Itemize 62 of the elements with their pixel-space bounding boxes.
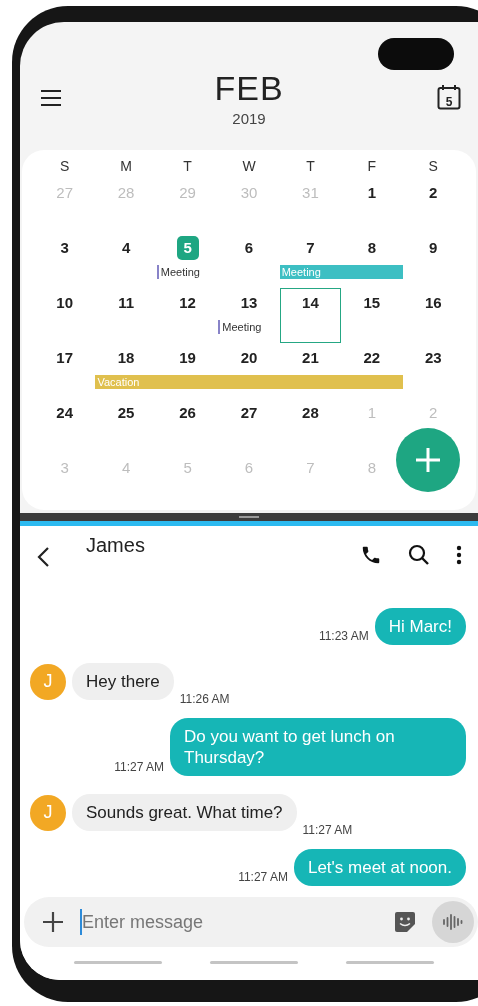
calendar-day[interactable]: 26: [174, 401, 201, 425]
calendar-day[interactable]: 12: [174, 291, 201, 315]
calendar-day[interactable]: 17: [51, 346, 78, 370]
voice-button[interactable]: [432, 901, 474, 943]
contact-name: James: [86, 534, 145, 557]
weekday-label: F: [367, 158, 377, 174]
calendar-day[interactable]: 13: [236, 291, 262, 315]
calendar-day[interactable]: 9: [420, 236, 447, 260]
calendar-day[interactable]: 4: [113, 236, 140, 260]
calendar-day[interactable]: 20: [236, 346, 262, 370]
message-time: 11:27 AM: [238, 870, 288, 884]
weekday-label: M: [120, 158, 132, 174]
calendar-day[interactable]: 14: [297, 291, 324, 315]
message-bar[interactable]: Enter message: [24, 897, 478, 947]
message-time: 11:26 AM: [179, 692, 230, 706]
event-tag[interactable]: Meeting: [218, 320, 262, 334]
event-tag[interactable]: Meeting: [156, 265, 200, 279]
weekday-label: T: [306, 158, 315, 174]
calendar-day[interactable]: 21: [297, 346, 324, 370]
sticker-icon[interactable]: [394, 911, 416, 933]
year-label: 2019: [231, 110, 267, 127]
sent-message: Hi Marc!: [374, 608, 466, 645]
calendar-day[interactable]: 22: [358, 346, 385, 370]
phone-icon[interactable]: [360, 544, 382, 566]
calendar-day[interactable]: 11: [113, 291, 140, 315]
message-field[interactable]: Enter message: [80, 909, 378, 935]
waveform-icon: [442, 913, 464, 931]
message-time: 11:23 AM: [318, 629, 369, 643]
calendar-day[interactable]: 23: [420, 346, 447, 370]
search-icon[interactable]: [408, 544, 430, 566]
menu-icon[interactable]: [40, 89, 62, 107]
weekday-label: W: [242, 158, 256, 174]
plus-icon: [414, 446, 442, 474]
calendar-day[interactable]: 24: [51, 401, 78, 425]
calendar-day[interactable]: 2: [420, 181, 447, 205]
calendar-day[interactable]: 27: [236, 401, 262, 425]
calendar-day[interactable]: 3: [51, 236, 78, 260]
calendar-day[interactable]: 28: [297, 401, 324, 425]
received-message: Hey there: [72, 663, 174, 700]
calendar-day[interactable]: 25: [113, 401, 140, 425]
calendar-day[interactable]: 19: [174, 346, 201, 370]
received-message: Sounds great. What time?: [72, 794, 297, 831]
message-time: 11:27 AM: [302, 823, 353, 837]
calendar-day[interactable]: 1: [358, 181, 385, 205]
weekday-label: T: [183, 158, 192, 174]
month-title: FEB: [213, 69, 285, 108]
calendar-day[interactable]: 8: [358, 236, 385, 260]
weekday-label: S: [428, 158, 438, 174]
calendar-day[interactable]: 18: [113, 346, 140, 370]
calendar-day[interactable]: 16: [420, 291, 447, 315]
message-time: 11:27 AM: [114, 760, 164, 774]
more-icon[interactable]: [456, 545, 462, 565]
calendar-day[interactable]: 7: [297, 236, 324, 260]
calendar-day[interactable]: 15: [358, 291, 385, 315]
calendar-day[interactable]: 10: [51, 291, 78, 315]
weekday-label: S: [60, 158, 70, 174]
sent-message: Do you want to get lunch on Thursday?: [170, 718, 466, 776]
back-icon[interactable]: [36, 546, 50, 568]
today-button[interactable]: 5: [436, 84, 462, 112]
calendar-day[interactable]: 6: [236, 236, 262, 260]
plus-icon[interactable]: [42, 911, 64, 933]
sent-message: Let's meet at noon.: [293, 849, 466, 886]
